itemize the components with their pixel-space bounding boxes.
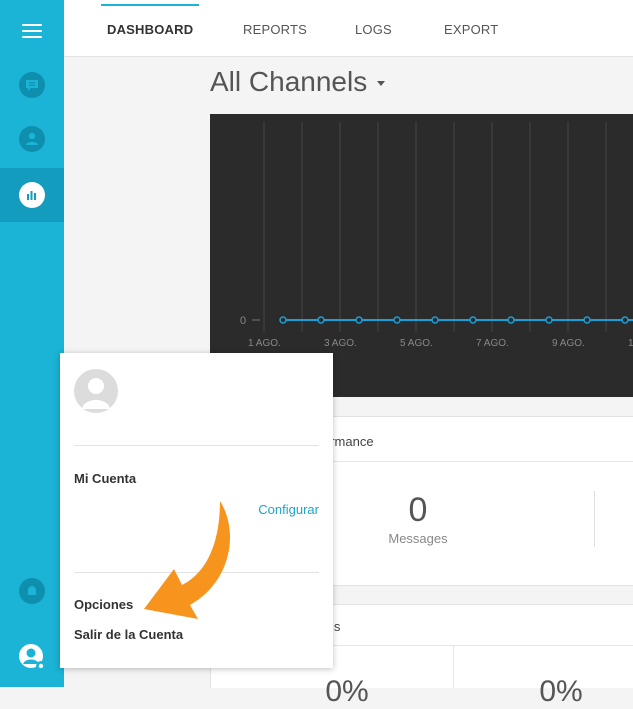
account-label: Mi Cuenta [74, 471, 137, 486]
annotation-arrow-icon [144, 501, 230, 619]
x-tick-label: 7 AGO. [476, 338, 509, 349]
bell-icon [19, 578, 45, 604]
data-point [621, 316, 629, 324]
account-popup: Mi Cuenta Configurar Opciones Salir de l… [60, 353, 333, 668]
data-point [469, 316, 477, 324]
bar-chart-icon [19, 182, 45, 208]
x-tick-label: 1 AGO. [248, 338, 281, 349]
data-point [431, 316, 439, 324]
sidebar-item-dashboard[interactable] [0, 168, 64, 222]
x-tick-label: 9 AGO. [552, 338, 585, 349]
data-point [279, 316, 287, 324]
chevron-down-icon [377, 81, 386, 87]
sidebar-item-account[interactable] [0, 630, 64, 684]
divider [594, 491, 595, 547]
data-point [507, 316, 515, 324]
messages-count: 0 [408, 491, 428, 529]
sidebar-item-users[interactable] [0, 112, 64, 166]
tab-reports[interactable]: REPORTS [243, 0, 307, 56]
messages-label: Messages [388, 531, 448, 546]
configure-link[interactable]: Configurar [258, 502, 319, 517]
divider [453, 646, 454, 688]
status-value-b: 0% [539, 675, 583, 708]
sidebar [0, 0, 64, 687]
data-point [355, 316, 363, 324]
x-tick-label: 3 AGO. [324, 338, 357, 349]
users-icon [19, 126, 45, 152]
y-tick-label: 0 [240, 315, 246, 327]
menu-icon [22, 24, 42, 38]
tab-logs[interactable]: LOGS [355, 0, 392, 56]
divider [74, 445, 319, 446]
data-point [393, 316, 401, 324]
data-point [583, 316, 591, 324]
tab-dashboard[interactable]: DASHBOARD [100, 0, 200, 56]
menu-button[interactable] [0, 4, 64, 58]
top-nav: DASHBOARD REPORTS LOGS EXPORT [64, 0, 633, 57]
page-title: All Channels [210, 66, 368, 97]
status-value-a: 0% [325, 675, 369, 708]
avatar [74, 369, 118, 413]
user-settings-icon [17, 642, 47, 672]
x-tick-label: 1 [628, 338, 633, 349]
data-point [317, 316, 325, 324]
x-tick-label: 5 AGO. [400, 338, 433, 349]
chat-icon [19, 72, 45, 98]
options-menu-item[interactable]: Opciones [74, 597, 133, 612]
channel-selector[interactable]: All Channels [210, 66, 386, 106]
sidebar-item-chat[interactable] [0, 58, 64, 112]
data-point [545, 316, 553, 324]
tab-export[interactable]: EXPORT [444, 0, 498, 56]
user-placeholder-icon [82, 378, 110, 409]
sidebar-item-notifications[interactable] [0, 564, 64, 618]
